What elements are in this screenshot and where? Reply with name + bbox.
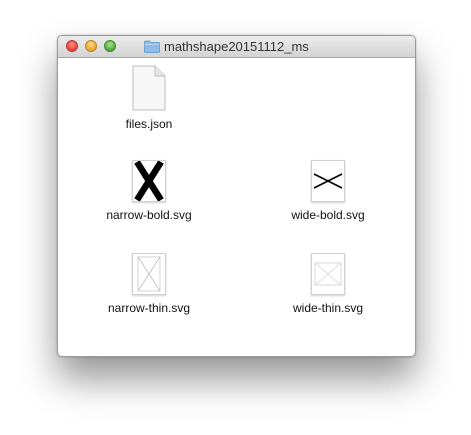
file-label: narrow-thin.svg: [107, 301, 191, 315]
file-label: wide-thin.svg: [292, 301, 364, 315]
window-title: mathshape20151112_ms: [144, 38, 309, 55]
svg-thumbnail-icon: [132, 160, 166, 202]
file-item-wide-thin-svg[interactable]: wide-thin.svg: [268, 253, 388, 315]
close-button[interactable]: [66, 40, 78, 52]
file-item-narrow-thin-svg[interactable]: narrow-thin.svg: [89, 253, 209, 315]
finder-window: mathshape20151112_ms files.json narrow-b…: [57, 35, 416, 357]
zoom-button[interactable]: [104, 40, 116, 52]
svg-thumbnail-icon: [132, 253, 166, 295]
svg-thumbnail-icon: [311, 253, 345, 295]
file-label: wide-bold.svg: [291, 208, 365, 222]
minimize-button[interactable]: [85, 40, 97, 52]
folder-icon: [144, 40, 160, 53]
file-item-narrow-bold-svg[interactable]: narrow-bold.svg: [89, 160, 209, 222]
file-item-files-json[interactable]: files.json: [89, 65, 209, 131]
window-title-text: mathshape20151112_ms: [164, 39, 309, 54]
file-label: narrow-bold.svg: [106, 208, 192, 222]
file-item-wide-bold-svg[interactable]: wide-bold.svg: [268, 160, 388, 222]
title-bar[interactable]: mathshape20151112_ms: [58, 36, 415, 58]
svg-thumbnail-icon: [311, 160, 345, 202]
document-icon: [132, 65, 166, 111]
desktop: mathshape20151112_ms files.json narrow-b…: [0, 0, 471, 435]
file-label: files.json: [125, 117, 173, 131]
